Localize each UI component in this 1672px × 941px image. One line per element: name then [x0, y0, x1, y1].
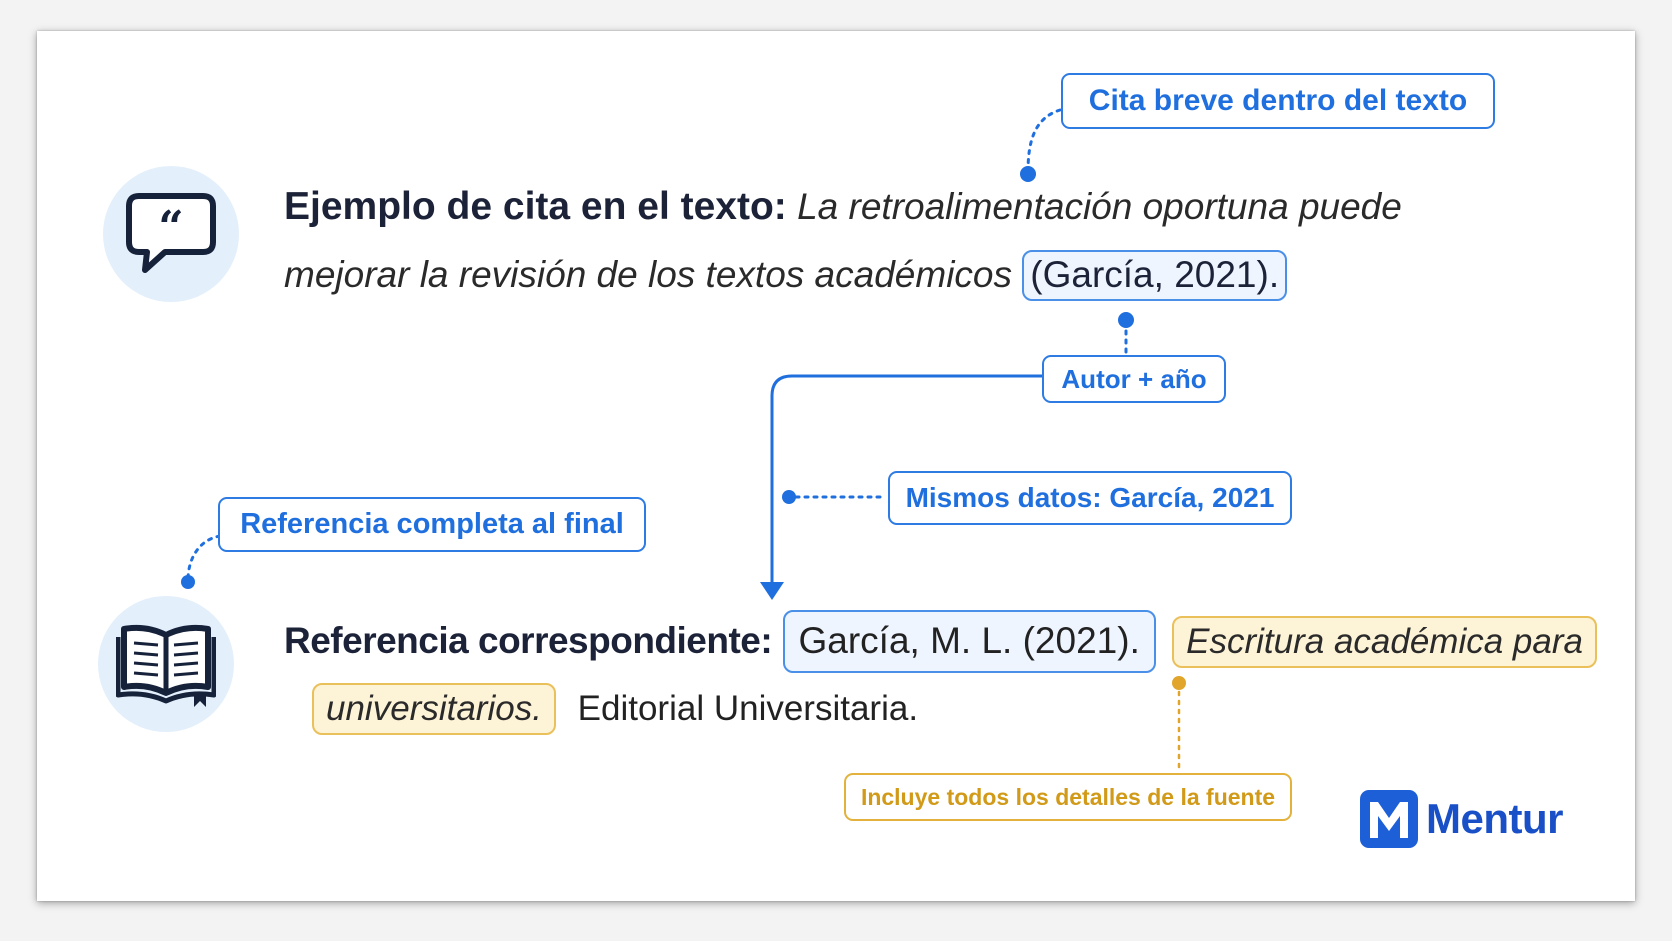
reference-line-1: Referencia correspondiente: García, M. L… — [284, 610, 1597, 673]
reference-title-2: universitarios. — [312, 683, 556, 736]
marker-dot — [181, 575, 195, 589]
connector-full-reference — [186, 534, 222, 582]
reference-author-year: García, M. L. (2021). — [782, 610, 1156, 673]
arrow-head — [760, 582, 784, 600]
marker-dot — [782, 490, 796, 504]
brand-logo: Mentur — [1360, 790, 1564, 848]
citation-line-2: mejorar la revisión de los textos académ… — [284, 250, 1288, 301]
reference-publisher: Editorial Universitaria. — [577, 689, 919, 728]
label-same-data: Mismos datos: García, 2021 — [888, 471, 1292, 525]
open-book-icon — [116, 624, 216, 707]
label-author-year: Autor + año — [1042, 355, 1226, 403]
brand-name: Mentur — [1426, 795, 1564, 842]
marker-dot-gold — [1172, 676, 1186, 690]
book-icon-circle — [98, 596, 234, 732]
quote-icon-circle: “ — [103, 166, 239, 302]
reference-lead: Referencia correspondiente: — [284, 620, 773, 661]
label-all-details: Incluye todos los detalles de la fuente — [844, 773, 1292, 821]
citation-line-1: Ejemplo de cita en el texto: La retroali… — [284, 185, 1402, 229]
speech-bubble-quote-icon: “ — [126, 193, 216, 273]
svg-text:“: “ — [158, 202, 183, 253]
reference-title-1: Escritura académica para — [1172, 616, 1597, 669]
citation-text-2: mejorar la revisión de los textos académ… — [284, 254, 1012, 295]
mentur-m-logo-icon — [1360, 790, 1418, 848]
citation-text-1: La retroalimentación oportuna puede — [797, 186, 1402, 227]
citation-highlight: (García, 2021). — [1022, 250, 1288, 301]
marker-dot — [1020, 166, 1036, 182]
label-full-reference: Referencia completa al final — [218, 497, 646, 552]
connector-short-citation — [1026, 108, 1062, 174]
reference-line-2: universitarios. Editorial Universitaria. — [312, 683, 919, 736]
marker-dot — [1118, 312, 1134, 328]
label-short-citation: Cita breve dentro del texto — [1061, 73, 1495, 129]
citation-lead: Ejemplo de cita en el texto: — [284, 185, 787, 228]
